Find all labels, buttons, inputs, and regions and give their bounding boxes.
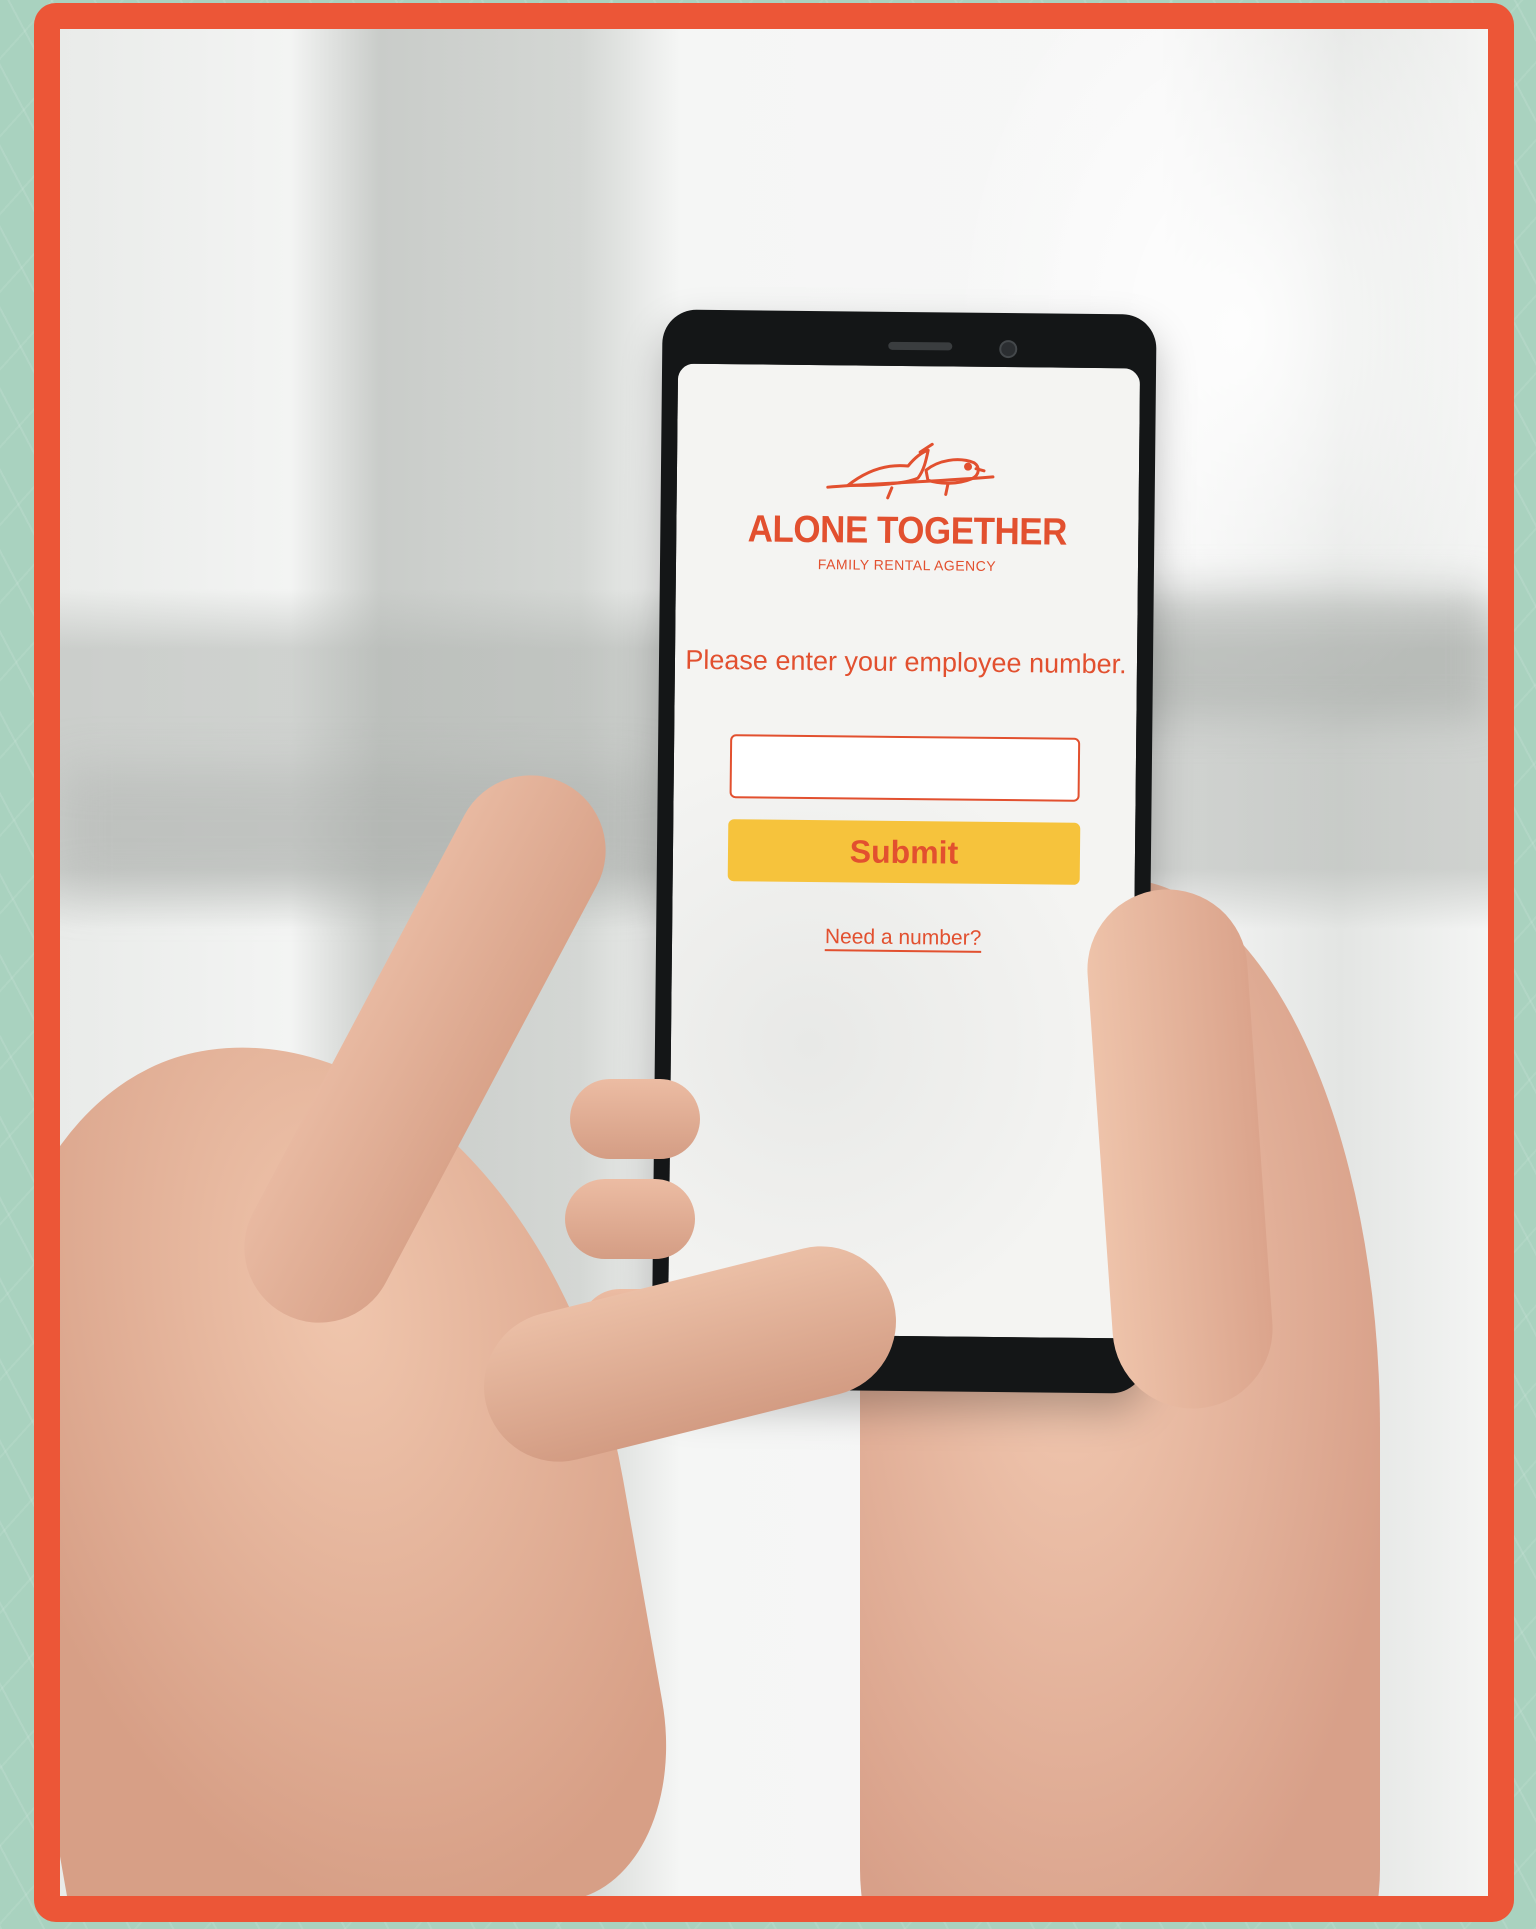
need-number-link[interactable]: Need a number? bbox=[825, 925, 982, 950]
brand-name: ALONE TOGETHER bbox=[747, 508, 1068, 554]
employee-number-input[interactable] bbox=[729, 734, 1081, 802]
two-birds-on-branch-icon bbox=[826, 442, 995, 500]
employee-number-prompt: Please enter your employee number. bbox=[685, 644, 1127, 680]
photo-frame: ALONE TOGETHER FAMILY RENTAL AGENCY Plea… bbox=[34, 3, 1514, 1922]
smartphone: ALONE TOGETHER FAMILY RENTAL AGENCY Plea… bbox=[651, 309, 1157, 1394]
phone-screen: ALONE TOGETHER FAMILY RENTAL AGENCY Plea… bbox=[667, 363, 1141, 1339]
phone-speaker bbox=[888, 341, 953, 351]
submit-button[interactable]: Submit bbox=[727, 819, 1081, 885]
brand-tagline: FAMILY RENTAL AGENCY bbox=[817, 556, 997, 574]
need-number-link-row: Need a number? bbox=[672, 924, 1134, 953]
finger-tip bbox=[570, 1079, 700, 1159]
finger-tip bbox=[565, 1179, 695, 1259]
phone-camera-icon bbox=[999, 339, 1018, 359]
brand-logo: ALONE TOGETHER FAMILY RENTAL AGENCY bbox=[676, 424, 1140, 576]
